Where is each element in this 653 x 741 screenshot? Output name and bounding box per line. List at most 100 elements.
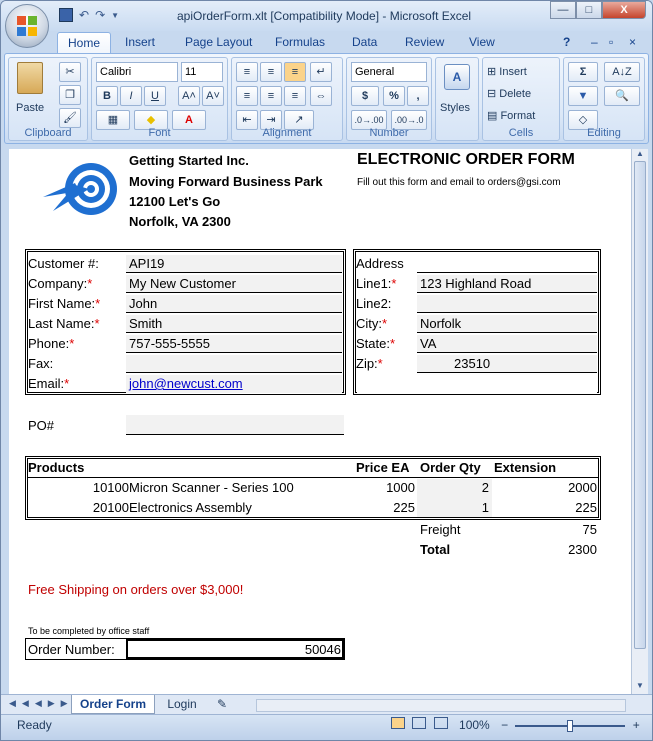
tab-insert[interactable]: Insert <box>125 35 155 49</box>
zoom-level[interactable]: 100% <box>459 718 490 732</box>
zoom-out-icon[interactable]: − <box>501 718 508 732</box>
tab-home[interactable]: Home <box>57 32 111 54</box>
format-painter-icon[interactable]: 🖌 <box>59 108 81 128</box>
underline-button[interactable]: U <box>144 86 166 106</box>
font-size-select[interactable]: 11 <box>181 62 223 82</box>
tab-review[interactable]: Review <box>405 35 444 49</box>
customize-qat-icon[interactable]: ▼ <box>111 11 119 20</box>
align-right-icon[interactable]: ≡ <box>284 86 306 106</box>
fax-label: Fax: <box>28 356 54 371</box>
format-cells-button[interactable]: ▤ Format <box>487 106 535 126</box>
align-middle-icon[interactable]: ≡ <box>260 62 282 82</box>
product-extension: 2000 <box>568 480 597 495</box>
customer-no-value: API19 <box>129 256 165 271</box>
normal-view-icon[interactable] <box>391 717 405 729</box>
page-layout-view-icon[interactable] <box>412 717 427 729</box>
font-name-select[interactable]: Calibri <box>96 62 178 82</box>
tab-data[interactable]: Data <box>352 35 377 49</box>
insert-cells-button[interactable]: ⊞ Insert <box>487 62 527 82</box>
tab-formulas[interactable]: Formulas <box>275 35 325 49</box>
company-value: My New Customer <box>129 276 236 291</box>
email-link[interactable]: john@newcust.com <box>129 376 243 391</box>
company-city: Norfolk, VA 2300 <box>129 214 231 229</box>
currency-button[interactable]: $ <box>351 86 379 106</box>
percent-button[interactable]: % <box>383 86 405 106</box>
address-header-cell <box>417 255 597 273</box>
first-name-cell[interactable] <box>126 295 342 313</box>
save-icon[interactable] <box>59 8 73 22</box>
bold-button[interactable]: B <box>96 86 118 106</box>
required-mark: * <box>377 356 383 371</box>
grow-font-button[interactable]: A˄ <box>178 86 200 106</box>
copy-icon[interactable]: ❐ <box>59 85 81 105</box>
styles-button[interactable]: Styles <box>440 98 470 118</box>
last-name-label: Last Name:* <box>28 316 100 331</box>
horizontal-scrollbar[interactable] <box>256 699 626 712</box>
sheet-tab-login[interactable]: Login <box>157 695 207 714</box>
font-group: Calibri 11 B I U A˄ A˅ ▦ ◆ A Font <box>91 57 228 141</box>
help-icon[interactable]: ? <box>563 35 570 49</box>
freight-value: 75 <box>582 522 597 537</box>
phone-value: 757-555-5555 <box>129 336 210 351</box>
product-qty[interactable]: 1 <box>429 500 489 515</box>
undo-icon[interactable]: ↶ <box>79 8 89 22</box>
zoom-slider[interactable] <box>515 719 626 732</box>
worksheet[interactable]: Getting Started Inc. Moving Forward Busi… <box>9 149 631 694</box>
merge-center-icon[interactable]: ⇔ <box>310 86 332 106</box>
fill-button[interactable]: ▼ <box>568 86 598 106</box>
ribbon-close-icon[interactable]: × <box>629 35 636 49</box>
office-button[interactable] <box>5 4 49 48</box>
insert-sheet-icon[interactable]: ✎ <box>209 695 235 714</box>
tab-page-layout[interactable]: Page Layout <box>185 35 252 49</box>
paste-button[interactable]: Paste <box>16 98 44 118</box>
city-label: City:* <box>356 316 388 331</box>
wrap-text-icon[interactable]: ↵ <box>310 62 332 82</box>
required-mark: * <box>95 296 101 311</box>
shrink-font-button[interactable]: A˅ <box>202 86 224 106</box>
sheet-tab-order-form[interactable]: Order Form <box>71 695 155 714</box>
align-center-icon[interactable]: ≡ <box>260 86 282 106</box>
ribbon-minimize-icon[interactable]: – <box>591 35 598 49</box>
ribbon-restore-icon[interactable]: ▫ <box>609 35 613 49</box>
zip-label: Zip:* <box>356 356 383 371</box>
vertical-scroll-thumb[interactable] <box>634 161 646 649</box>
cut-icon[interactable]: ✂ <box>59 62 81 82</box>
state-cell[interactable] <box>417 335 597 353</box>
state-value: VA <box>420 336 437 351</box>
font-group-label: Font <box>148 127 171 139</box>
autosum-button[interactable]: Σ <box>568 62 598 82</box>
product-id: 20100 <box>92 500 129 515</box>
close-button[interactable]: X <box>602 1 646 19</box>
maximize-button[interactable]: □ <box>576 1 602 19</box>
align-top-icon[interactable]: ≡ <box>236 62 258 82</box>
paste-icon[interactable] <box>17 62 43 94</box>
zip-cell[interactable] <box>417 355 597 373</box>
minimize-button[interactable]: — <box>550 1 576 19</box>
redo-icon[interactable]: ↷ <box>95 8 105 22</box>
italic-button[interactable]: I <box>120 86 142 106</box>
form-title: ELECTRONIC ORDER FORM <box>357 151 575 168</box>
fax-cell[interactable] <box>126 355 342 373</box>
tab-view[interactable]: View <box>469 35 495 49</box>
zoom-slider-thumb[interactable] <box>567 719 574 732</box>
delete-cells-button[interactable]: ⊟ Delete <box>487 84 531 104</box>
number-format-select[interactable]: General <box>351 62 427 82</box>
align-left-icon[interactable]: ≡ <box>236 86 258 106</box>
page-break-view-icon[interactable] <box>433 717 448 729</box>
price-header: Price EA <box>356 460 410 475</box>
order-number-label: Order Number: <box>28 642 115 657</box>
vertical-scrollbar[interactable]: ▲ ▼ <box>631 149 648 694</box>
comma-button[interactable]: , <box>407 86 429 106</box>
line2-cell[interactable] <box>417 295 597 313</box>
align-bottom-icon[interactable]: ≡ <box>284 62 306 82</box>
sort-filter-button[interactable]: A↓Z <box>604 62 640 82</box>
styles-icon[interactable]: A <box>444 64 470 90</box>
product-qty[interactable]: 2 <box>429 480 489 495</box>
find-select-icon[interactable]: 🔍 <box>604 86 640 106</box>
scroll-down-icon[interactable]: ▼ <box>633 681 647 693</box>
zoom-in-icon[interactable]: + <box>633 718 640 732</box>
po-label: PO# <box>28 418 55 433</box>
styles-group: A Styles <box>435 57 479 141</box>
po-cell[interactable] <box>126 415 344 435</box>
scroll-up-icon[interactable]: ▲ <box>633 149 647 161</box>
